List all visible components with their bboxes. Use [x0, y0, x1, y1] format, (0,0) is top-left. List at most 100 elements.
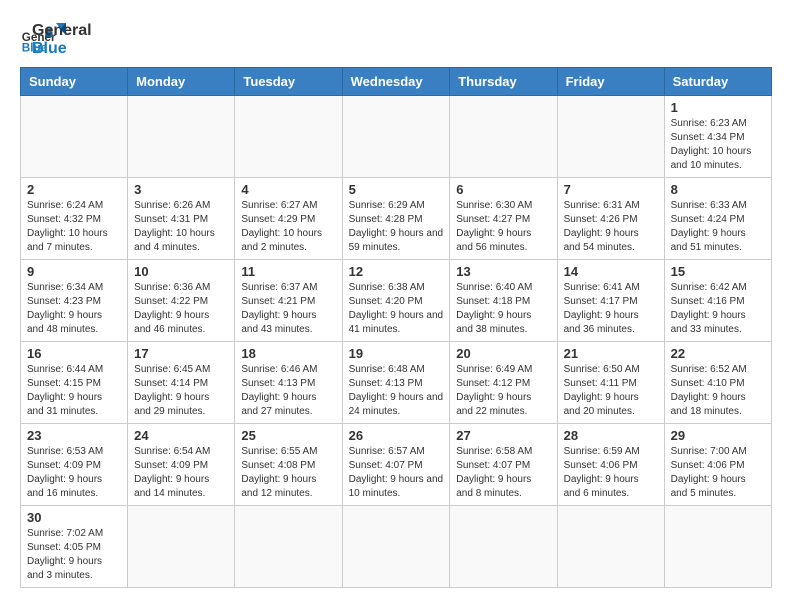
calendar-day-cell: 29 Sunrise: 7:00 AM Sunset: 4:06 PM Dayli… — [664, 424, 771, 506]
weekday-header-wednesday: Wednesday — [342, 68, 450, 96]
calendar-day-cell: 11 Sunrise: 6:37 AM Sunset: 4:21 PM Dayli… — [235, 260, 342, 342]
calendar-day-cell: 14 Sunrise: 6:41 AM Sunset: 4:17 PM Dayli… — [557, 260, 664, 342]
day-info: Sunrise: 6:30 AM Sunset: 4:27 PM Dayligh… — [456, 199, 550, 255]
calendar-day-cell: 22Sunrise: 6:52 AM Sunset: 4:10 PM Dayli… — [664, 342, 771, 424]
day-info: Sunrise: 6:29 AM Sunset: 4:28 PM Dayligh… — [349, 199, 444, 255]
day-info: Sunrise: 6:58 AM Sunset: 4:07 PM Dayligh… — [456, 445, 550, 501]
calendar-day-cell — [664, 506, 771, 588]
calendar-week-row: 16Sunrise: 6:44 AM Sunset: 4:15 PM Dayli… — [21, 342, 772, 424]
calendar-day-cell: 15Sunrise: 6:42 AM Sunset: 4:16 PM Dayli… — [664, 260, 771, 342]
day-number: 18 — [241, 346, 335, 361]
day-number: 17 — [134, 346, 228, 361]
calendar-day-cell — [235, 96, 342, 178]
calendar-week-row: 9 Sunrise: 6:34 AM Sunset: 4:23 PM Daylig… — [21, 260, 772, 342]
calendar-day-cell: 7 Sunrise: 6:31 AM Sunset: 4:26 PM Daylig… — [557, 178, 664, 260]
calendar-day-cell — [128, 506, 235, 588]
calendar-day-cell: 19Sunrise: 6:48 AM Sunset: 4:13 PM Dayli… — [342, 342, 450, 424]
calendar-day-cell — [557, 506, 664, 588]
day-number: 24 — [134, 428, 228, 443]
calendar-day-cell: 20 Sunrise: 6:49 AM Sunset: 4:12 PM Dayli… — [450, 342, 557, 424]
calendar-day-cell — [450, 96, 557, 178]
calendar-day-cell: 23 Sunrise: 6:53 AM Sunset: 4:09 PM Dayli… — [21, 424, 128, 506]
day-info: Sunrise: 6:27 AM Sunset: 4:29 PM Dayligh… — [241, 199, 335, 255]
day-number: 4 — [241, 182, 335, 197]
calendar-day-cell: 12Sunrise: 6:38 AM Sunset: 4:20 PM Dayli… — [342, 260, 450, 342]
day-info: Sunrise: 6:41 AM Sunset: 4:17 PM Dayligh… — [564, 281, 658, 337]
day-info: Sunrise: 6:34 AM Sunset: 4:23 PM Dayligh… — [27, 281, 121, 337]
day-number: 29 — [671, 428, 765, 443]
day-info: Sunrise: 6:57 AM Sunset: 4:07 PM Dayligh… — [349, 445, 444, 501]
day-number: 22 — [671, 346, 765, 361]
calendar-day-cell: 27 Sunrise: 6:58 AM Sunset: 4:07 PM Dayli… — [450, 424, 557, 506]
day-info: Sunrise: 7:00 AM Sunset: 4:06 PM Dayligh… — [671, 445, 765, 501]
day-number: 28 — [564, 428, 658, 443]
calendar-day-cell — [342, 506, 450, 588]
day-info: Sunrise: 6:54 AM Sunset: 4:09 PM Dayligh… — [134, 445, 228, 501]
calendar-day-cell — [342, 96, 450, 178]
day-number: 27 — [456, 428, 550, 443]
day-number: 26 — [349, 428, 444, 443]
calendar-header-row: SundayMondayTuesdayWednesdayThursdayFrid… — [21, 68, 772, 96]
calendar-day-cell: 9 Sunrise: 6:34 AM Sunset: 4:23 PM Daylig… — [21, 260, 128, 342]
calendar-day-cell — [450, 506, 557, 588]
day-number: 2 — [27, 182, 121, 197]
day-info: Sunrise: 6:49 AM Sunset: 4:12 PM Dayligh… — [456, 363, 550, 419]
calendar-day-cell: 6 Sunrise: 6:30 AM Sunset: 4:27 PM Daylig… — [450, 178, 557, 260]
day-number: 21 — [564, 346, 658, 361]
day-info: Sunrise: 6:46 AM Sunset: 4:13 PM Dayligh… — [241, 363, 335, 419]
calendar-day-cell: 30Sunrise: 7:02 AM Sunset: 4:05 PM Dayli… — [21, 506, 128, 588]
day-info: Sunrise: 6:38 AM Sunset: 4:20 PM Dayligh… — [349, 281, 444, 337]
day-number: 9 — [27, 264, 121, 279]
day-info: Sunrise: 6:48 AM Sunset: 4:13 PM Dayligh… — [349, 363, 444, 419]
day-number: 14 — [564, 264, 658, 279]
weekday-header-tuesday: Tuesday — [235, 68, 342, 96]
day-info: Sunrise: 6:55 AM Sunset: 4:08 PM Dayligh… — [241, 445, 335, 501]
day-info: Sunrise: 6:45 AM Sunset: 4:14 PM Dayligh… — [134, 363, 228, 419]
calendar-day-cell: 13 Sunrise: 6:40 AM Sunset: 4:18 PM Dayli… — [450, 260, 557, 342]
day-info: Sunrise: 6:53 AM Sunset: 4:09 PM Dayligh… — [27, 445, 121, 501]
page-header: General Blue General Blue — [20, 20, 772, 57]
day-info: Sunrise: 6:50 AM Sunset: 4:11 PM Dayligh… — [564, 363, 658, 419]
day-number: 7 — [564, 182, 658, 197]
calendar-table: SundayMondayTuesdayWednesdayThursdayFrid… — [20, 67, 772, 588]
weekday-header-sunday: Sunday — [21, 68, 128, 96]
calendar-day-cell: 5 Sunrise: 6:29 AM Sunset: 4:28 PM Daylig… — [342, 178, 450, 260]
calendar-day-cell — [557, 96, 664, 178]
day-number: 25 — [241, 428, 335, 443]
calendar-day-cell: 17 Sunrise: 6:45 AM Sunset: 4:14 PM Dayli… — [128, 342, 235, 424]
logo: General Blue General Blue — [20, 20, 68, 57]
logo-triangle-icon — [38, 19, 68, 49]
calendar-day-cell: 3Sunrise: 6:26 AM Sunset: 4:31 PM Daylig… — [128, 178, 235, 260]
calendar-week-row: 1Sunrise: 6:23 AM Sunset: 4:34 PM Daylig… — [21, 96, 772, 178]
calendar-day-cell — [235, 506, 342, 588]
day-info: Sunrise: 6:31 AM Sunset: 4:26 PM Dayligh… — [564, 199, 658, 255]
day-number: 5 — [349, 182, 444, 197]
day-number: 23 — [27, 428, 121, 443]
day-info: Sunrise: 6:37 AM Sunset: 4:21 PM Dayligh… — [241, 281, 335, 337]
calendar-day-cell: 28 Sunrise: 6:59 AM Sunset: 4:06 PM Dayli… — [557, 424, 664, 506]
calendar-day-cell: 21 Sunrise: 6:50 AM Sunset: 4:11 PM Dayli… — [557, 342, 664, 424]
weekday-header-saturday: Saturday — [664, 68, 771, 96]
calendar-day-cell: 8Sunrise: 6:33 AM Sunset: 4:24 PM Daylig… — [664, 178, 771, 260]
calendar-day-cell: 24 Sunrise: 6:54 AM Sunset: 4:09 PM Dayli… — [128, 424, 235, 506]
weekday-header-thursday: Thursday — [450, 68, 557, 96]
day-number: 1 — [671, 100, 765, 115]
day-number: 20 — [456, 346, 550, 361]
calendar-day-cell: 1Sunrise: 6:23 AM Sunset: 4:34 PM Daylig… — [664, 96, 771, 178]
day-info: Sunrise: 6:24 AM Sunset: 4:32 PM Dayligh… — [27, 199, 121, 255]
day-info: Sunrise: 6:40 AM Sunset: 4:18 PM Dayligh… — [456, 281, 550, 337]
day-number: 8 — [671, 182, 765, 197]
calendar-day-cell: 10Sunrise: 6:36 AM Sunset: 4:22 PM Dayli… — [128, 260, 235, 342]
day-number: 13 — [456, 264, 550, 279]
calendar-day-cell: 16Sunrise: 6:44 AM Sunset: 4:15 PM Dayli… — [21, 342, 128, 424]
day-info: Sunrise: 6:59 AM Sunset: 4:06 PM Dayligh… — [564, 445, 658, 501]
day-number: 11 — [241, 264, 335, 279]
calendar-day-cell: 25 Sunrise: 6:55 AM Sunset: 4:08 PM Dayli… — [235, 424, 342, 506]
calendar-day-cell — [21, 96, 128, 178]
calendar-day-cell: 2 Sunrise: 6:24 AM Sunset: 4:32 PM Daylig… — [21, 178, 128, 260]
calendar-day-cell — [128, 96, 235, 178]
day-number: 16 — [27, 346, 121, 361]
calendar-day-cell: 4 Sunrise: 6:27 AM Sunset: 4:29 PM Daylig… — [235, 178, 342, 260]
day-number: 6 — [456, 182, 550, 197]
calendar-day-cell: 18 Sunrise: 6:46 AM Sunset: 4:13 PM Dayli… — [235, 342, 342, 424]
